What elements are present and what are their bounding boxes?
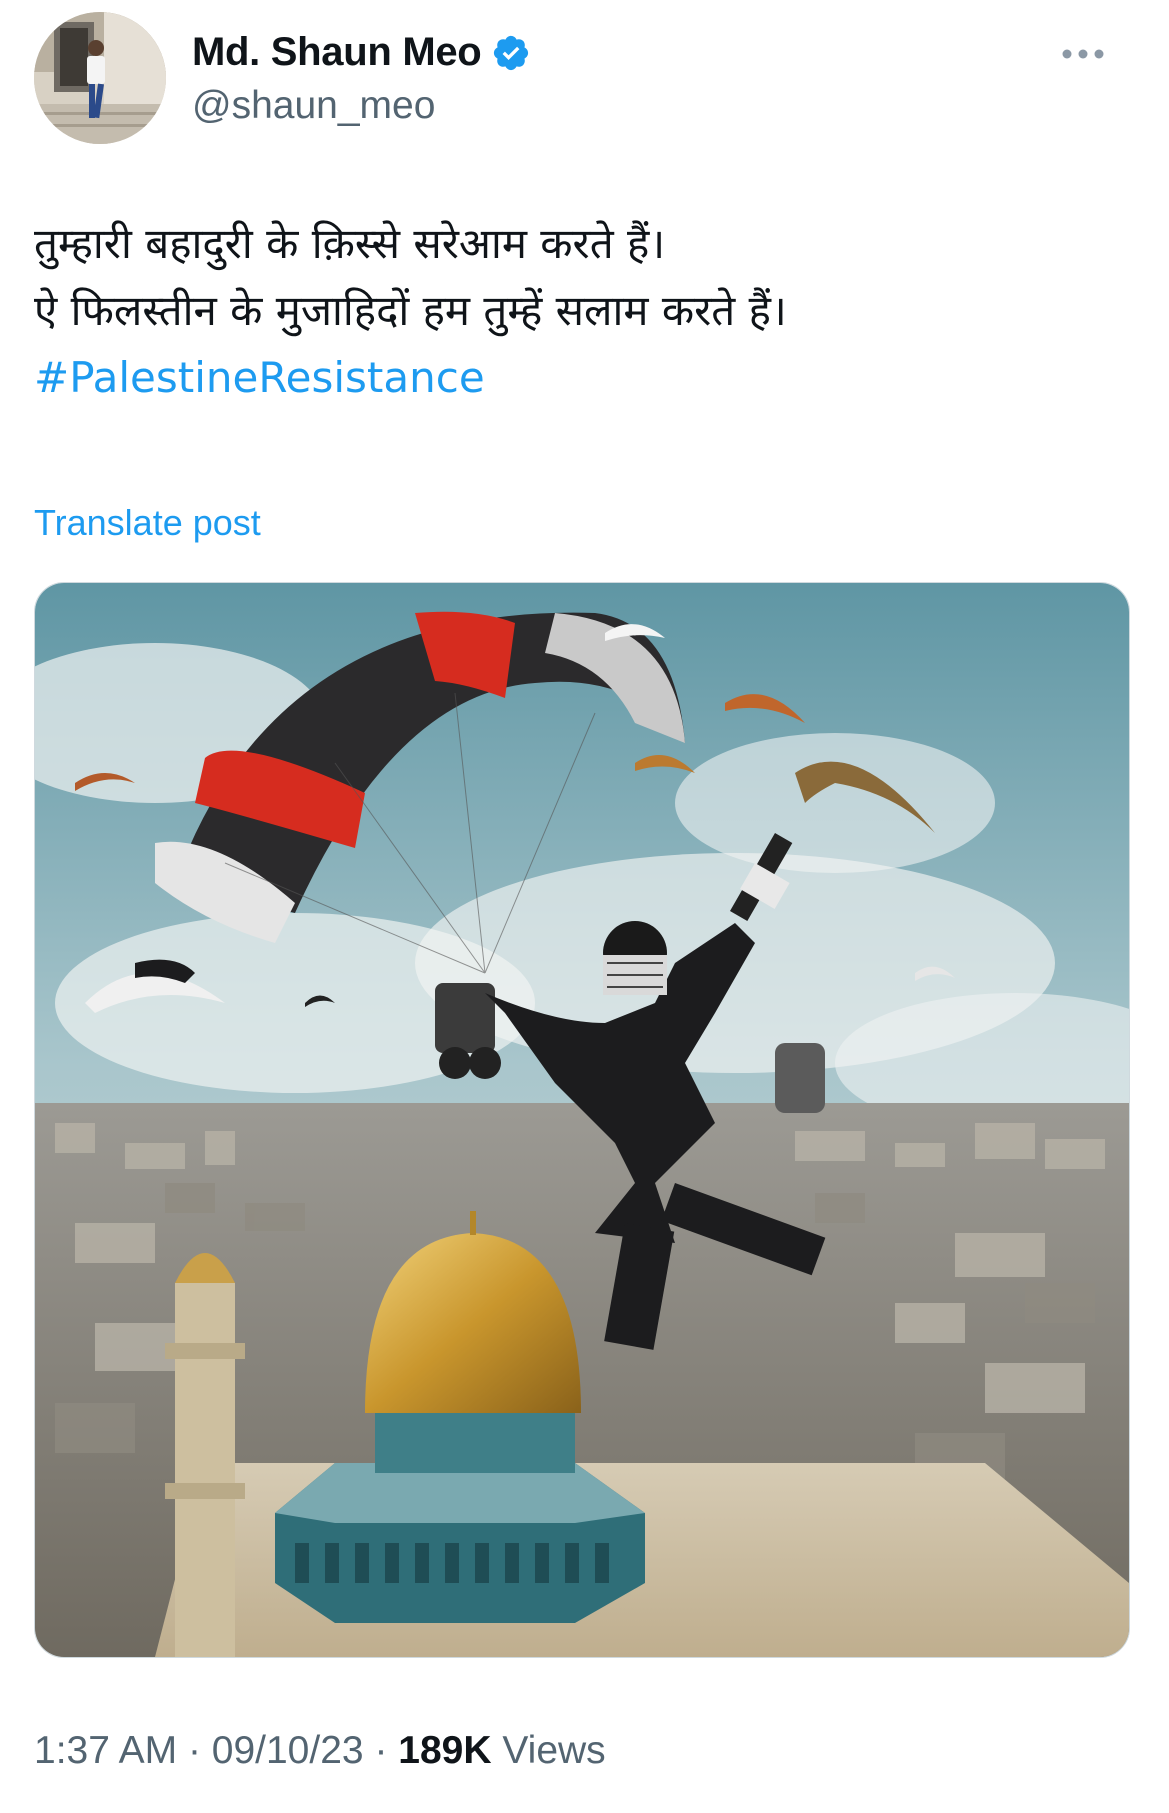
tweet-meta: 1:37 AM · 09/10/23 · 189K Views bbox=[34, 1729, 606, 1773]
user-handle[interactable]: @shaun_meo bbox=[192, 84, 435, 128]
avatar[interactable] bbox=[34, 12, 166, 144]
post-date[interactable]: 09/10/23 bbox=[212, 1729, 364, 1772]
tweet-media-image[interactable] bbox=[34, 582, 1130, 1658]
tweet-header: Md. Shaun Meo @shaun_meo bbox=[34, 12, 1134, 144]
hashtag-link[interactable]: #PalestineResistance bbox=[34, 344, 485, 411]
verified-badge-icon bbox=[491, 33, 531, 73]
name-row: Md. Shaun Meo bbox=[192, 30, 531, 75]
tweet-text: तुम्हारी बहादुरी के क़िस्से सरेआम करते ह… bbox=[34, 210, 1134, 411]
media-illustration bbox=[35, 583, 1129, 1657]
views-label: Views bbox=[502, 1729, 606, 1772]
views-count: 189K bbox=[398, 1729, 492, 1772]
tweet-line: तुम्हारी बहादुरी के क़िस्से सरेआम करते ह… bbox=[34, 219, 666, 268]
more-horizontal-icon[interactable] bbox=[1058, 42, 1108, 66]
tweet-line: ऐ फिलस्तीन के मुजाहिदों हम तुम्हें सलाम … bbox=[34, 286, 787, 335]
translate-post-link[interactable]: Translate post bbox=[34, 502, 261, 544]
display-name[interactable]: Md. Shaun Meo bbox=[192, 30, 482, 75]
meta-separator: · bbox=[187, 1729, 201, 1772]
meta-separator: · bbox=[374, 1729, 388, 1772]
avatar-image bbox=[34, 12, 166, 144]
post-time[interactable]: 1:37 AM bbox=[34, 1729, 177, 1772]
